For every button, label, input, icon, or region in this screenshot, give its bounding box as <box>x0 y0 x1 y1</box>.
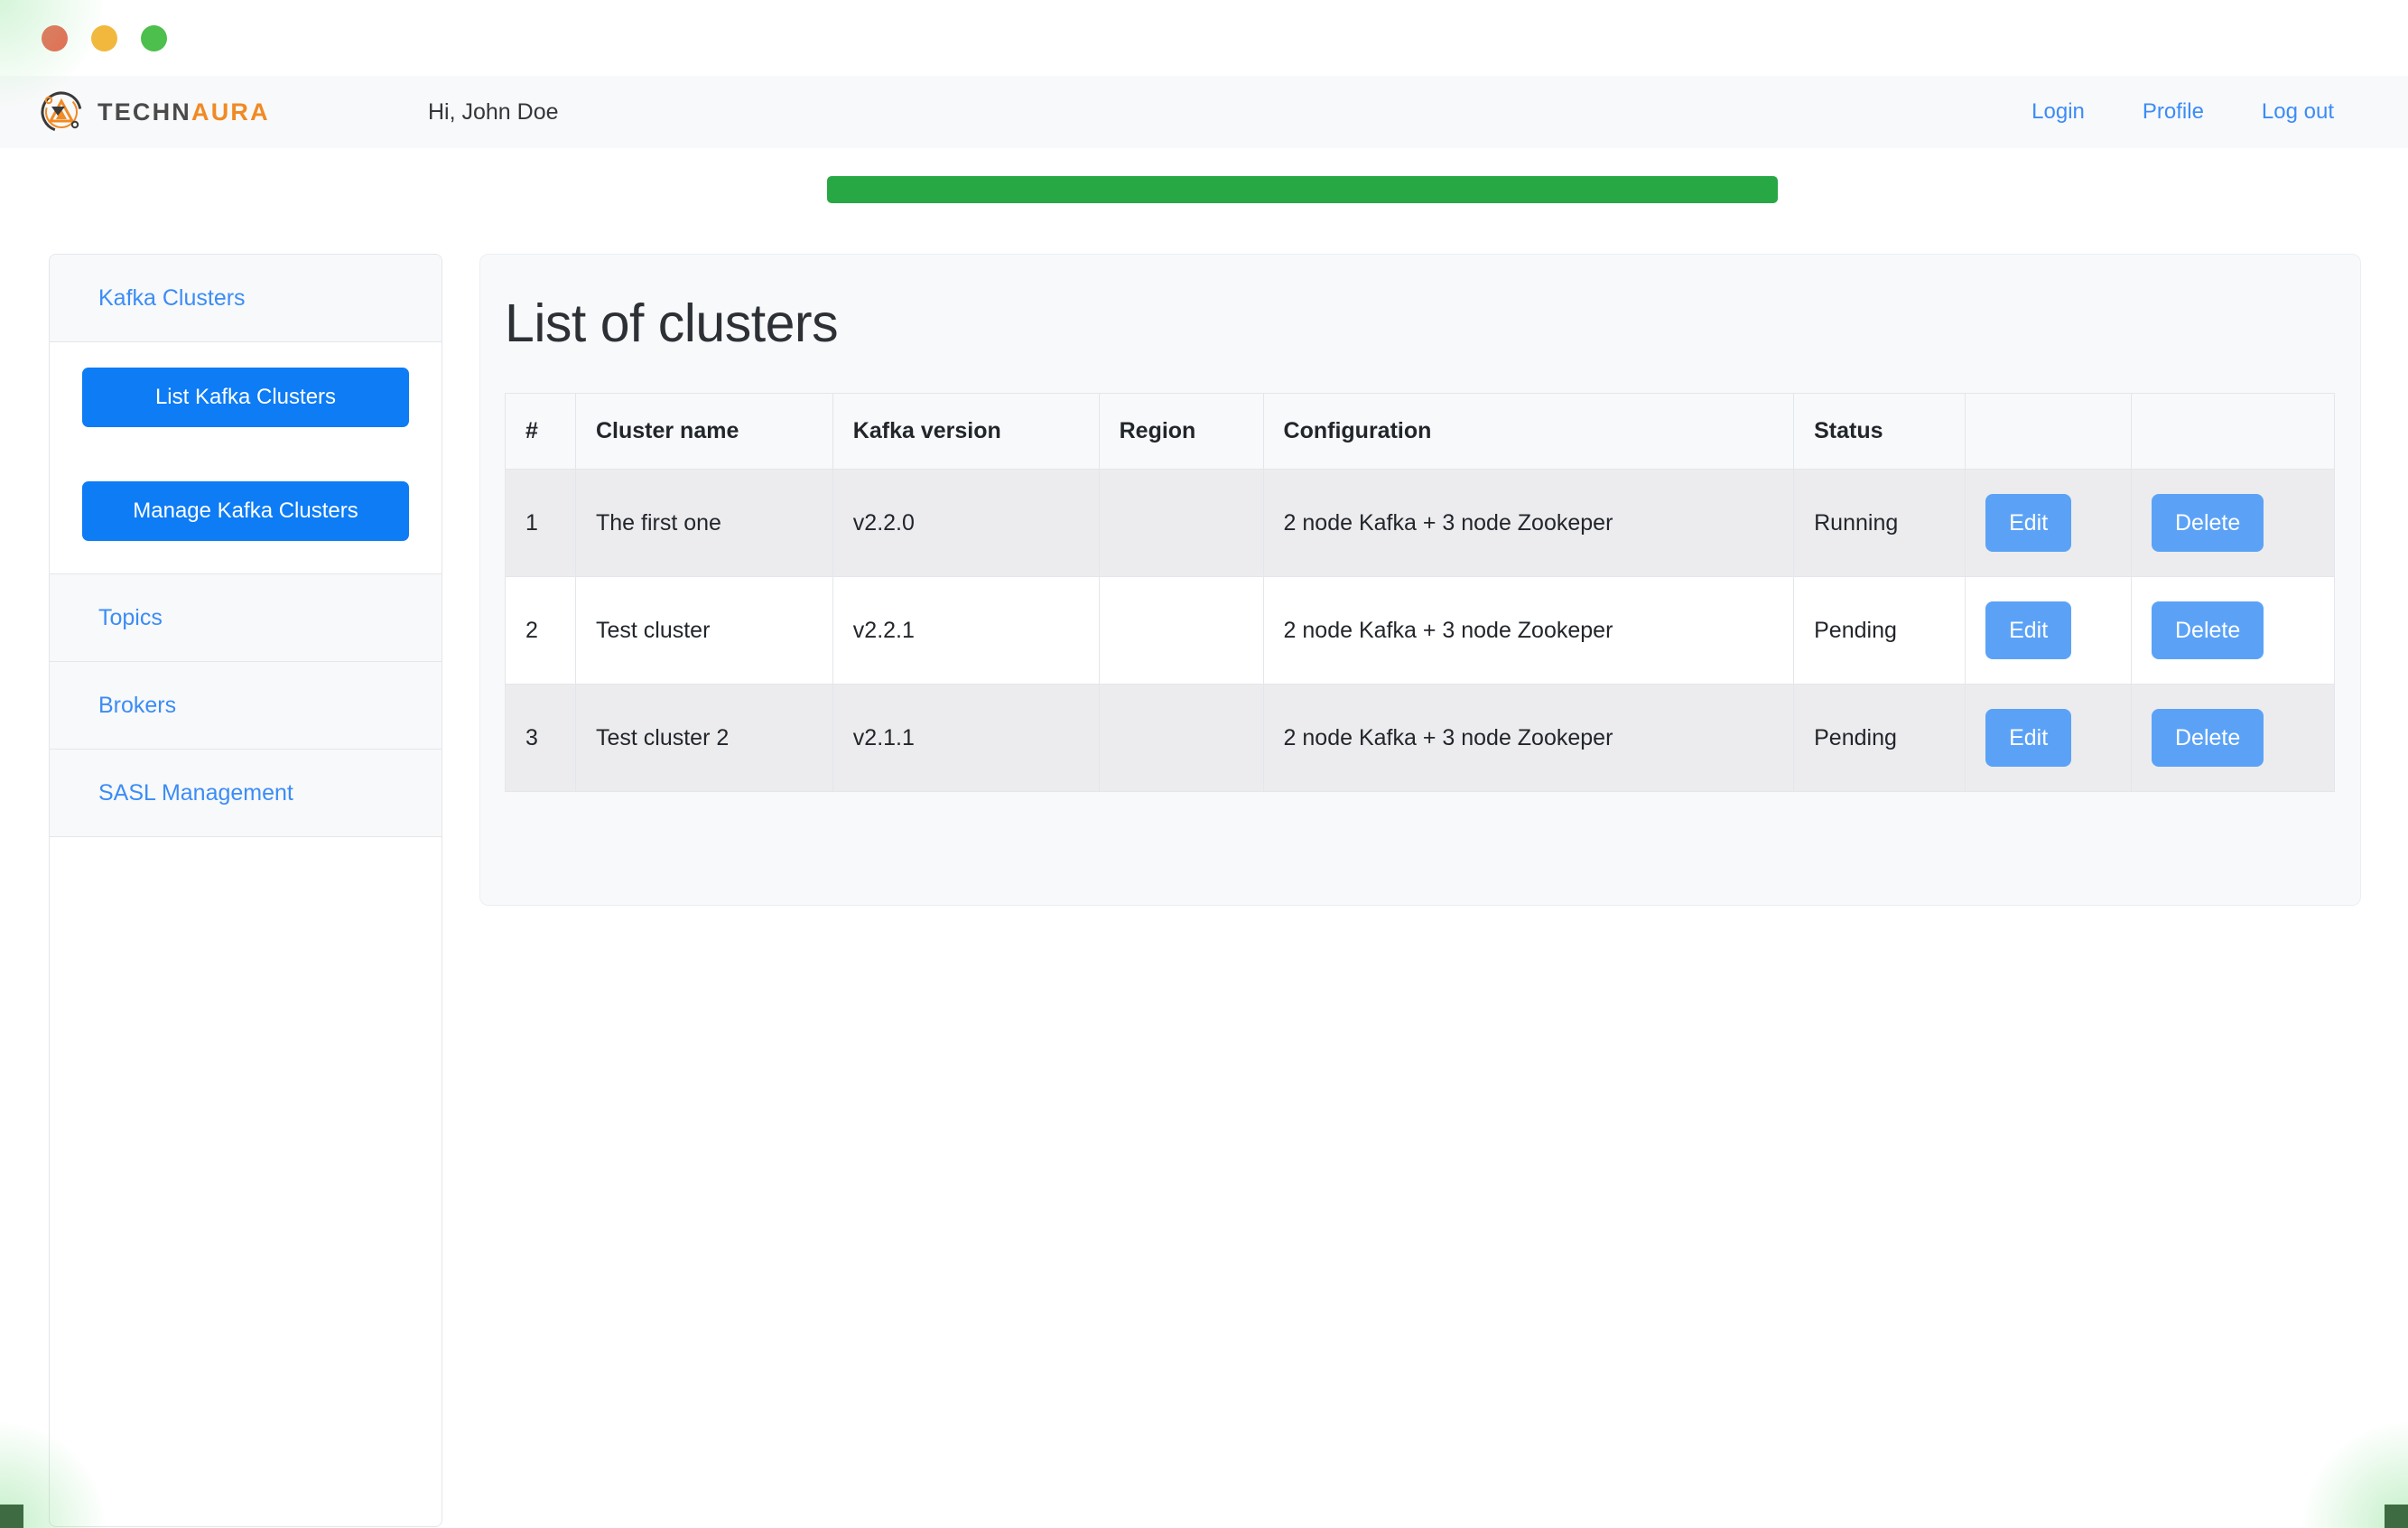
sidebar-item-label: SASL Management <box>98 779 293 806</box>
cell-status: Pending <box>1793 684 1966 792</box>
cell-region <box>1098 684 1264 792</box>
user-greeting: Hi, John Doe <box>428 98 559 125</box>
table-header-row: # Cluster name Kafka version Region Conf… <box>505 393 2335 470</box>
brand-text-primary: TECHN <box>98 98 191 126</box>
navbar-links: Login Profile Log out <box>2003 99 2363 125</box>
column-header-kafka-version: Kafka version <box>832 393 1100 470</box>
cell-delete: Delete <box>2131 576 2335 685</box>
brand[interactable]: TECHNAURA <box>38 89 270 135</box>
sidebar-item-sasl-management[interactable]: SASL Management <box>50 750 442 837</box>
list-kafka-clusters-button[interactable]: List Kafka Clusters <box>82 368 409 427</box>
cell-cluster-name: Test cluster 2 <box>574 684 833 792</box>
cell-index: 1 <box>505 469 576 577</box>
table-row: 2 Test cluster v2.2.1 2 node Kafka + 3 n… <box>505 576 2335 685</box>
delete-button[interactable]: Delete <box>2152 709 2264 767</box>
sidebar-item-topics[interactable]: Topics <box>50 574 442 662</box>
nav-link-logout[interactable]: Log out <box>2233 99 2363 125</box>
cell-region <box>1098 576 1264 685</box>
app-navbar: TECHNAURA Hi, John Doe Login Profile Log… <box>0 76 2408 203</box>
edit-button[interactable]: Edit <box>1985 709 2072 767</box>
cell-cluster-name: Test cluster <box>574 576 833 685</box>
cell-region <box>1098 469 1264 577</box>
traffic-lights <box>42 24 167 51</box>
cell-cluster-name: The first one <box>574 469 833 577</box>
clusters-card: List of clusters # Cluster name Kafka ve… <box>479 254 2361 906</box>
cell-edit: Edit <box>1965 684 2132 792</box>
corner-marker-bottom-left <box>0 1505 23 1528</box>
table-row: 3 Test cluster 2 v2.1.1 2 node Kafka + 3… <box>505 684 2335 792</box>
column-header-configuration: Configuration <box>1262 393 1795 470</box>
delete-button[interactable]: Delete <box>2152 601 2264 659</box>
sidebar-item-label: Kafka Clusters <box>98 284 246 311</box>
edit-button[interactable]: Edit <box>1985 494 2072 552</box>
cell-kafka-version: v2.2.0 <box>832 469 1100 577</box>
technaura-logo-icon <box>38 89 85 135</box>
sidebar-item-label: Brokers <box>98 692 177 718</box>
cell-kafka-version: v2.1.1 <box>832 684 1100 792</box>
column-header-delete-action <box>2131 393 2335 470</box>
sidebar-item-brokers[interactable]: Brokers <box>50 662 442 750</box>
cell-index: 2 <box>505 576 576 685</box>
page-viewport: TECHNAURA Hi, John Doe Login Profile Log… <box>0 76 2408 1528</box>
cell-edit: Edit <box>1965 576 2132 685</box>
manage-kafka-clusters-button[interactable]: Manage Kafka Clusters <box>82 481 409 541</box>
delete-button[interactable]: Delete <box>2152 494 2264 552</box>
cell-configuration: 2 node Kafka + 3 node Zookeper <box>1262 469 1795 577</box>
corner-marker-bottom-right <box>2385 1505 2408 1528</box>
sidebar-button-group: List Kafka Clusters Manage Kafka Cluster… <box>50 342 442 574</box>
sidebar-item-kafka-clusters[interactable]: Kafka Clusters <box>50 255 442 342</box>
cell-kafka-version: v2.2.1 <box>832 576 1100 685</box>
sidebar: Kafka Clusters List Kafka Clusters Manag… <box>49 254 442 1527</box>
cell-configuration: 2 node Kafka + 3 node Zookeper <box>1262 576 1795 685</box>
clusters-table: # Cluster name Kafka version Region Conf… <box>505 393 2335 792</box>
cell-status: Running <box>1793 469 1966 577</box>
maximize-window-button[interactable] <box>141 24 167 51</box>
column-header-status: Status <box>1793 393 1966 470</box>
edit-button[interactable]: Edit <box>1985 601 2072 659</box>
sidebar-item-label: Topics <box>98 604 163 630</box>
minimize-window-button[interactable] <box>91 24 117 51</box>
nav-link-login[interactable]: Login <box>2003 99 2114 125</box>
page-body: Kafka Clusters List Kafka Clusters Manag… <box>0 148 2408 1528</box>
column-header-index: # <box>505 393 576 470</box>
cell-index: 3 <box>505 684 576 792</box>
column-header-edit-action <box>1965 393 2132 470</box>
column-header-region: Region <box>1098 393 1264 470</box>
table-row: 1 The first one v2.2.0 2 node Kafka + 3 … <box>505 469 2335 577</box>
cell-status: Pending <box>1793 576 1966 685</box>
cell-delete: Delete <box>2131 684 2335 792</box>
window-titlebar <box>0 0 2408 76</box>
close-window-button[interactable] <box>42 24 68 51</box>
cell-configuration: 2 node Kafka + 3 node Zookeper <box>1262 684 1795 792</box>
cell-edit: Edit <box>1965 469 2132 577</box>
page-title: List of clusters <box>505 293 839 353</box>
browser-window: TECHNAURA Hi, John Doe Login Profile Log… <box>0 0 2408 1528</box>
brand-wordmark: TECHNAURA <box>98 98 270 126</box>
cell-delete: Delete <box>2131 469 2335 577</box>
column-header-cluster-name: Cluster name <box>574 393 833 470</box>
table-head: # Cluster name Kafka version Region Conf… <box>505 393 2335 470</box>
brand-text-accent: AURA <box>191 98 270 126</box>
nav-link-profile[interactable]: Profile <box>2114 99 2233 125</box>
table-body: 1 The first one v2.2.0 2 node Kafka + 3 … <box>505 469 2335 792</box>
